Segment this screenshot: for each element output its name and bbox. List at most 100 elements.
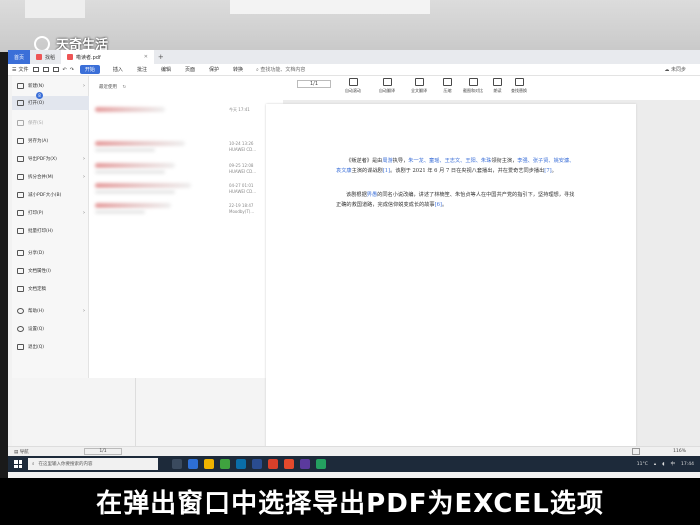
feature-search[interactable]: ⌕ 查找功能、文档内容 bbox=[256, 66, 305, 73]
screenshot-compare-button[interactable]: 截图和对比 bbox=[463, 78, 483, 94]
redo-icon[interactable]: ↷ bbox=[70, 67, 74, 73]
folder-icon[interactable] bbox=[204, 459, 214, 469]
menu-item-reduce-size[interactable]: 减小PDF大小(B) bbox=[12, 188, 89, 202]
tab-edit[interactable]: 编辑 bbox=[154, 66, 178, 73]
link[interactable]: [1] bbox=[383, 168, 390, 174]
menu-item-batch-print[interactable]: 批量打印(H) bbox=[12, 224, 89, 238]
tab-convert[interactable]: 转换 bbox=[226, 66, 250, 73]
file-menu-button[interactable]: ☰ 文件 bbox=[8, 66, 33, 74]
weather-temp[interactable]: 11°C bbox=[637, 462, 648, 467]
network-icon[interactable]: ▴ bbox=[654, 462, 656, 467]
read-aloud-button[interactable]: 朗读 bbox=[493, 78, 502, 94]
tab-annotate[interactable]: 批注 bbox=[130, 66, 154, 73]
menu-item-label: 新建(N) bbox=[28, 84, 44, 89]
premiere-icon[interactable] bbox=[300, 459, 310, 469]
menu-item-exit[interactable]: 退出(Q) bbox=[12, 340, 89, 354]
link[interactable]: 朱一龙、童瑶、王志文、王阳、朱珠 bbox=[408, 158, 491, 164]
taskbar-search[interactable]: ⌕ 在这里输入你要搜索的内容 bbox=[28, 458, 158, 470]
menu-item-share[interactable]: 分享(D) bbox=[12, 246, 89, 260]
tab-insert[interactable]: 插入 bbox=[106, 66, 130, 73]
list-item[interactable]: 今天 17:41 bbox=[89, 102, 283, 124]
app-icon bbox=[36, 54, 42, 60]
button-label: 朗读 bbox=[493, 88, 502, 93]
navigation-button[interactable]: ▤ 导航 bbox=[8, 449, 29, 455]
search-label: 查找功能、文档内容 bbox=[260, 67, 306, 73]
menu-item-save[interactable]: 保存(S) bbox=[12, 116, 89, 130]
list-item[interactable]: 22-19 18:47 Moodby(T)... bbox=[89, 198, 283, 220]
gear-icon bbox=[17, 326, 24, 332]
auto-translate-button[interactable]: 自动翻译 bbox=[379, 78, 395, 94]
undo-icon[interactable]: ↶ bbox=[63, 67, 67, 73]
photoshop-icon[interactable] bbox=[236, 459, 246, 469]
list-item[interactable]: 10-24 13:26 HUAWEI CD... bbox=[89, 136, 283, 158]
menu-item-finalize[interactable]: 文档定稿 bbox=[12, 282, 89, 296]
menu-item-settings[interactable]: 设置(Q) bbox=[12, 322, 89, 336]
zoom-level[interactable]: 116% bbox=[673, 449, 686, 454]
search-icon: ⌕ bbox=[32, 462, 35, 467]
tab-find[interactable]: 找稻 bbox=[30, 50, 61, 64]
tab-start[interactable]: 开始 bbox=[79, 65, 100, 74]
view-mode-icon[interactable] bbox=[632, 448, 640, 455]
edge-icon[interactable] bbox=[188, 459, 198, 469]
list-item[interactable]: 04-27 01:01 HUAWEI CD... bbox=[89, 178, 283, 200]
ribbon: 1/1 自动滚动 自动翻译 全文翻译 压缩 截图和对比 朗读 查找替换 bbox=[283, 76, 700, 100]
full-translate-button[interactable]: 全文翻译 bbox=[411, 78, 427, 94]
search-icon: ⌕ bbox=[256, 67, 259, 73]
button-label: 自动滚动 bbox=[345, 88, 361, 93]
sync-status[interactable]: ☁ 未同步 bbox=[664, 66, 700, 73]
chevron-right-icon: › bbox=[83, 174, 85, 180]
link[interactable]: 畀愚 bbox=[367, 192, 377, 198]
link[interactable]: [6] bbox=[435, 202, 442, 208]
properties-icon bbox=[17, 268, 24, 274]
print-icon[interactable] bbox=[52, 67, 59, 72]
notification-badge: 8 bbox=[36, 92, 43, 99]
file-meta: 今天 17:41 bbox=[229, 107, 250, 112]
refresh-icon[interactable]: ↻ bbox=[122, 85, 126, 90]
thumbnail-pane bbox=[12, 378, 283, 446]
auto-scroll-button[interactable]: 自动滚动 bbox=[345, 78, 361, 94]
link[interactable]: 李强、张子 bbox=[517, 158, 543, 164]
blurred-filename bbox=[95, 141, 185, 146]
ime-indicator[interactable]: 中 bbox=[671, 461, 676, 467]
blurred-path bbox=[95, 210, 145, 214]
task-view-icon[interactable] bbox=[172, 459, 182, 469]
menu-item-new[interactable]: 新建(N) › bbox=[12, 79, 89, 93]
menu-item-save-as[interactable]: 另存为(A) bbox=[12, 134, 89, 148]
close-icon[interactable]: ✕ bbox=[144, 54, 148, 60]
blurred-filename bbox=[95, 203, 171, 208]
menu-item-open[interactable]: 打开(O) bbox=[12, 96, 89, 110]
link[interactable]: 周游 bbox=[382, 158, 392, 164]
app-icon[interactable] bbox=[252, 459, 262, 469]
menu-item-properties[interactable]: 文档属性(I) bbox=[12, 264, 89, 278]
tab-home[interactable]: 首页 bbox=[8, 50, 30, 64]
find-replace-button[interactable]: 查找替换 bbox=[511, 78, 527, 94]
wechat-icon[interactable] bbox=[316, 459, 326, 469]
folder-icon[interactable] bbox=[32, 67, 39, 72]
menu-toolbar: ☰ 文件 ↶ ↷ 开始 插入 批注 编辑 页面 保护 转换 ⌕ 查找功能、文档内… bbox=[8, 64, 700, 76]
compress-button[interactable]: 压缩 bbox=[443, 78, 452, 94]
tab-document[interactable]: 嘞读者.pdf ✕ bbox=[61, 50, 154, 64]
file-menu: 新建(N) › 打开(O) 保存(S) 另存为(A) 导出PDF为(X) › 拆… bbox=[12, 76, 89, 378]
new-tab-button[interactable]: + bbox=[154, 53, 168, 61]
menu-item-export-pdf[interactable]: 导出PDF为(X) › bbox=[12, 152, 89, 166]
link[interactable]: [7] bbox=[544, 168, 551, 174]
button-label: 全文翻译 bbox=[411, 88, 427, 93]
save-icon[interactable] bbox=[42, 67, 49, 72]
windows-start-icon[interactable] bbox=[14, 460, 22, 468]
pdf-icon[interactable] bbox=[284, 459, 294, 469]
page-indicator[interactable]: 1/1 bbox=[84, 448, 122, 455]
document-canvas: 《叛逆者》是由周游执导，朱一龙、童瑶、王志文、王阳、朱珠领衔主演，李强、张子贤、… bbox=[266, 100, 700, 450]
menu-item-label: 批量打印(H) bbox=[28, 229, 53, 234]
wps-icon[interactable] bbox=[268, 459, 278, 469]
menu-item-print[interactable]: 打印(P) › bbox=[12, 206, 89, 220]
chrome-icon[interactable] bbox=[220, 459, 230, 469]
list-item[interactable]: 09-25 12:08 HUAWEI CD... bbox=[89, 158, 283, 180]
tab-protect[interactable]: 保护 bbox=[202, 66, 226, 73]
page-number-field[interactable]: 1/1 bbox=[297, 80, 331, 88]
clock[interactable]: 17:44 bbox=[681, 462, 694, 467]
menu-item-split-merge[interactable]: 拆分合并(M) › bbox=[12, 170, 89, 184]
tab-label: 嘞读者.pdf bbox=[76, 54, 101, 61]
tab-page[interactable]: 页面 bbox=[178, 66, 202, 73]
menu-item-help[interactable]: 帮助(H) › bbox=[12, 304, 89, 318]
volume-icon[interactable]: ◖ bbox=[662, 462, 664, 467]
